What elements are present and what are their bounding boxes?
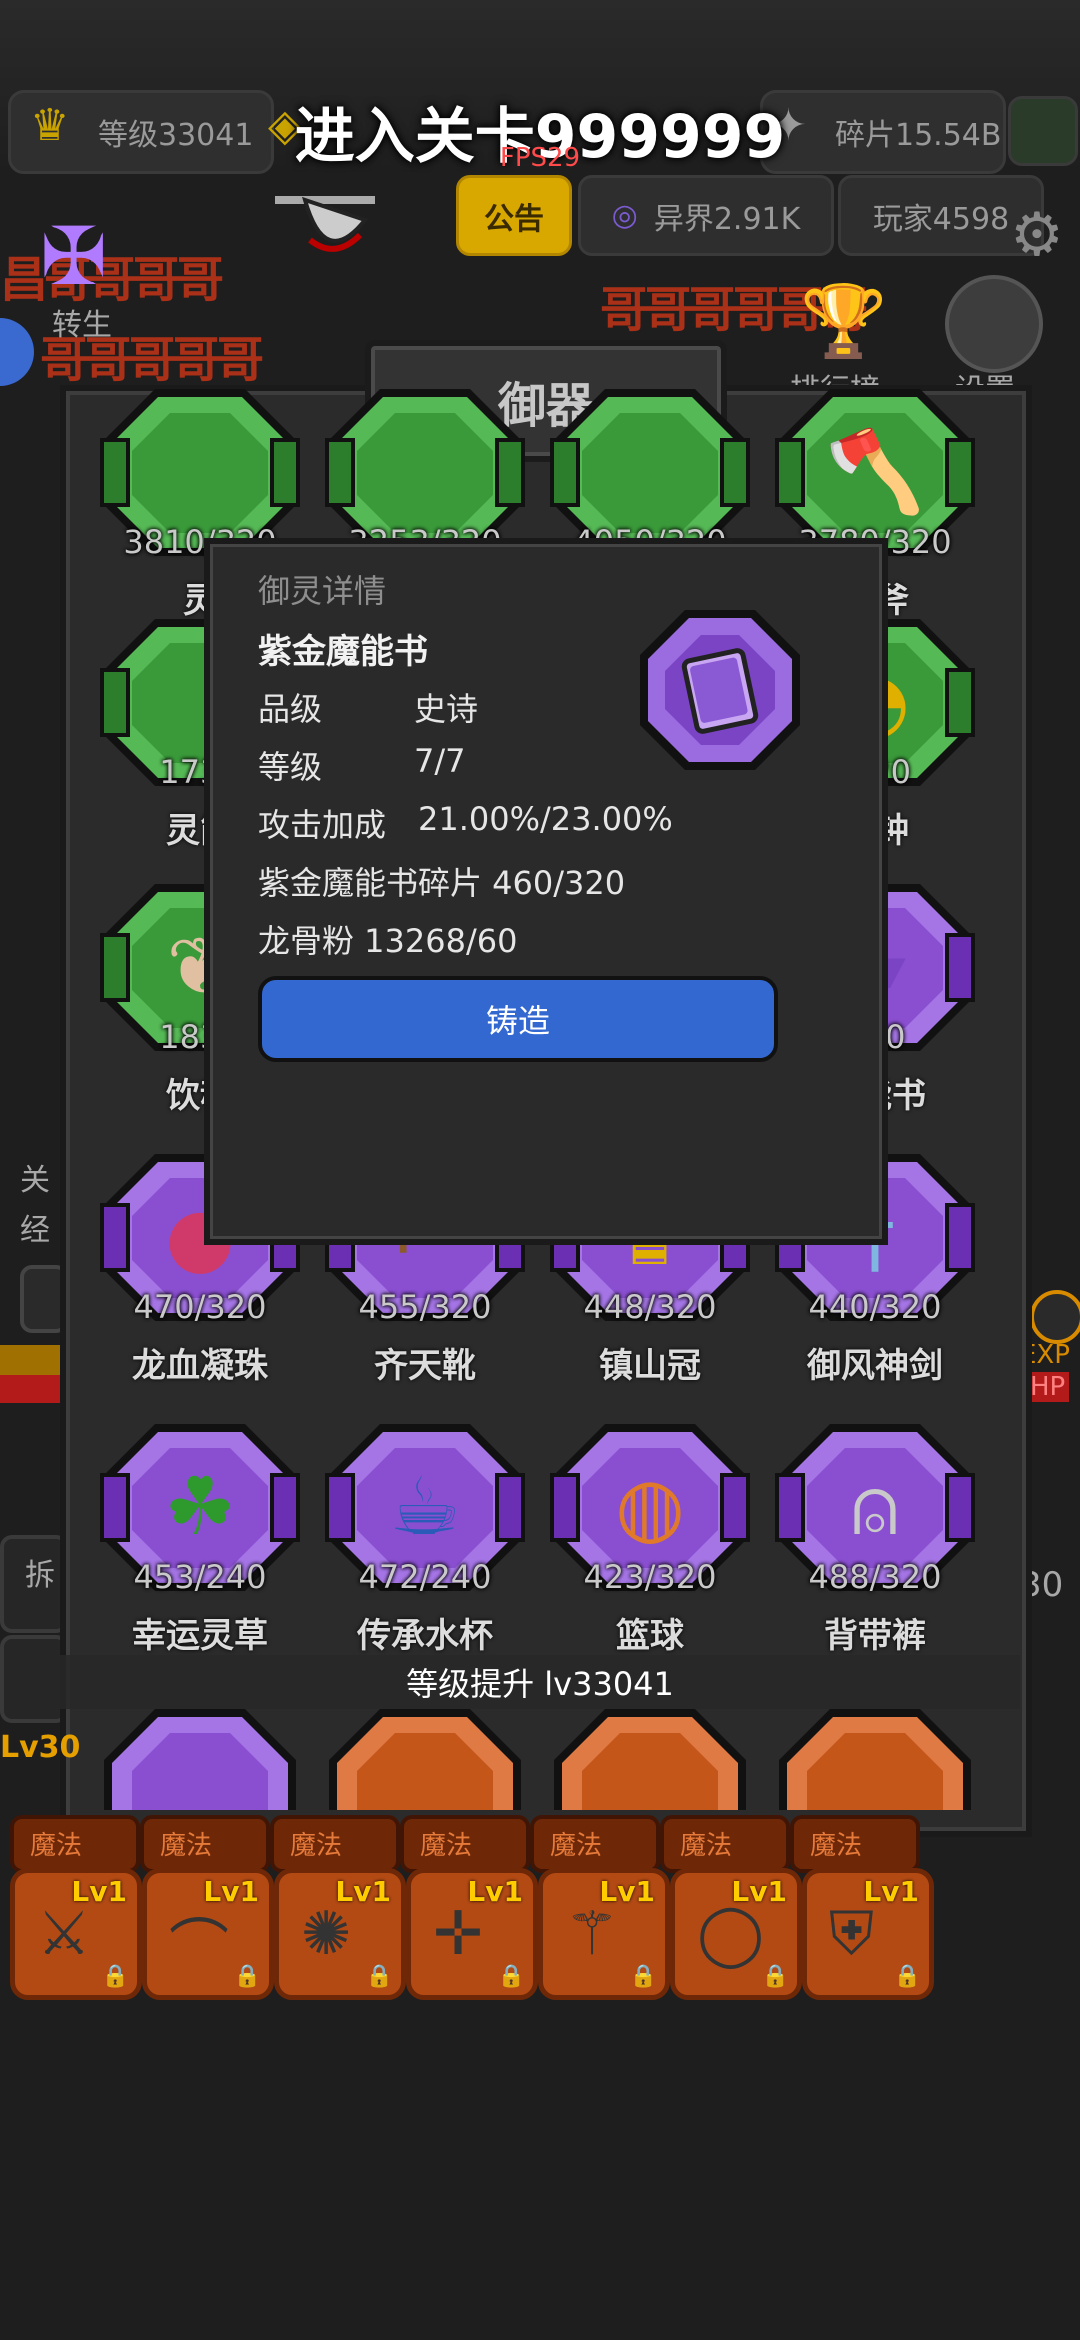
hp-label: HP xyxy=(1026,1372,1070,1402)
artifact-count: 472/240 xyxy=(358,1558,492,1596)
settings-icon[interactable] xyxy=(945,275,1043,373)
fps-counter: FPS29 xyxy=(499,143,581,173)
bg-bar xyxy=(0,1375,60,1403)
bg-label: 拆 xyxy=(25,1558,55,1593)
halberd-icon: ⚚ xyxy=(565,1899,619,1969)
artifact-item[interactable]: ◍ 423/320 篮球 xyxy=(550,1420,750,1656)
swirl-icon: ◎ xyxy=(611,198,638,233)
artifact-count: 488/320 xyxy=(808,1558,942,1596)
artifact-item-partial[interactable] xyxy=(100,1705,300,1810)
artifact-item-partial[interactable] xyxy=(550,1705,750,1810)
magic-label: 魔法 xyxy=(550,1831,603,1861)
forge-button[interactable]: 铸造 xyxy=(258,976,778,1062)
bg-label: 经 xyxy=(20,1213,50,1248)
attack-label: 攻击加成 xyxy=(258,806,387,844)
level-up-toast: 等级提升 lv33041 xyxy=(60,1655,1020,1709)
artifact-count: 470/320 xyxy=(133,1288,267,1326)
artifact-count: 455/320 xyxy=(358,1288,492,1326)
detail-item-name: 紫金魔能书 xyxy=(258,632,428,672)
grade-label: 品级 xyxy=(258,690,323,728)
magic-label: 魔法 xyxy=(420,1831,473,1861)
magic-skill-chip[interactable]: 魔法 xyxy=(660,1815,790,1873)
artifact-name: 篮球 xyxy=(616,1616,684,1656)
magic-label: 魔法 xyxy=(680,1831,733,1861)
artifact-item[interactable]: ☘ 453/240 幸运灵草 xyxy=(100,1420,300,1656)
attack-value: 21.00%/23.00% xyxy=(418,800,673,838)
crossbow-icon: ✛ xyxy=(433,1899,484,1969)
tab-otherworld[interactable]: ◎ 异界2.91K xyxy=(578,175,834,256)
lock-icon: 🔒 xyxy=(761,1964,789,1989)
artifact-name: 镇山冠 xyxy=(599,1346,701,1386)
artifact-count: 453/240 xyxy=(133,1558,267,1596)
side-bubble xyxy=(0,318,34,386)
artifact-name: 传承水杯 xyxy=(357,1616,493,1656)
artifact-name: 御风神剑 xyxy=(807,1346,943,1386)
artifact-name: 幸运灵草 xyxy=(132,1616,268,1656)
equipment-slot[interactable]: Lv1 ⛨ 🔒 xyxy=(802,1868,934,2000)
artifact-count: 448/320 xyxy=(583,1288,717,1326)
lv30-label: Lv30 xyxy=(0,1730,81,1765)
equipment-slot[interactable]: Lv1 ⌒ 🔒 xyxy=(142,1868,274,2000)
gear-icon[interactable]: ⚙ xyxy=(1010,200,1064,270)
axe-decoration-icon xyxy=(265,180,385,270)
artifact-item[interactable]: ☕ 472/240 传承水杯 xyxy=(325,1420,525,1656)
magic-skill-chip[interactable]: 魔法 xyxy=(270,1815,400,1873)
magic-label: 魔法 xyxy=(160,1831,213,1861)
equipment-slot[interactable]: Lv1 ✛ 🔒 xyxy=(406,1868,538,2000)
cup-icon: ☕ xyxy=(389,1460,461,1553)
magic-skill-chip[interactable]: 魔法 xyxy=(400,1815,530,1873)
armor-icon: ⛨ xyxy=(829,1899,874,1969)
lock-icon: 🔒 xyxy=(629,1964,657,1989)
basketball-icon: ◍ xyxy=(615,1460,685,1553)
magic-label: 魔法 xyxy=(290,1831,343,1861)
bg-frame xyxy=(0,1635,68,1723)
magic-book-icon xyxy=(635,605,805,775)
trophy-icon[interactable]: 🏆 xyxy=(800,280,887,363)
artifact-item[interactable]: ⍝ 488/320 背带裤 xyxy=(775,1420,975,1656)
magic-label: 魔法 xyxy=(30,1831,83,1861)
artifact-name: 背带裤 xyxy=(824,1616,926,1656)
dragon-bone-progress: 龙骨粉 13268/60 xyxy=(258,922,518,960)
artifact-item-partial[interactable] xyxy=(775,1705,975,1810)
equipment-slot[interactable]: Lv1 ⚚ 🔒 xyxy=(538,1868,670,2000)
overalls-icon: ⍝ xyxy=(851,1460,899,1553)
scimitar-icon: ⌒ xyxy=(169,1913,229,1983)
magic-skill-chip[interactable]: 魔法 xyxy=(10,1815,140,1873)
artifact-count: 440/320 xyxy=(808,1288,942,1326)
shard-progress: 紫金魔能书碎片 460/320 xyxy=(258,864,626,902)
lock-icon: 🔒 xyxy=(101,1964,129,1989)
magic-label: 魔法 xyxy=(810,1831,863,1861)
magic-skill-chip[interactable]: 魔法 xyxy=(140,1815,270,1873)
equipment-slot[interactable]: Lv1 ✺ 🔒 xyxy=(274,1868,406,2000)
mace-icon: ✺ xyxy=(301,1899,352,1969)
axe-icon: 🪓 xyxy=(825,425,925,518)
rebirth-label: 转生 xyxy=(52,308,112,343)
lock-icon: 🔒 xyxy=(497,1964,525,1989)
sword-icon: ⚔ xyxy=(37,1899,91,1969)
exp-orb-icon xyxy=(1030,1290,1080,1344)
detail-caption: 御灵详情 xyxy=(258,572,387,610)
otherworld-label: 异界2.91K xyxy=(653,201,801,237)
artifact-name: 龙血凝珠 xyxy=(132,1346,268,1386)
magic-skill-chip[interactable]: 魔法 xyxy=(790,1815,920,1873)
level-label: 等级 xyxy=(258,748,323,786)
level-value: 7/7 xyxy=(414,742,466,780)
grade-value: 史诗 xyxy=(414,690,479,728)
equipment-slot[interactable]: Lv1 ⚔ 🔒 xyxy=(10,1868,142,2000)
rebirth-icon[interactable]: ✠ xyxy=(40,210,107,303)
artifact-name: 齐天靴 xyxy=(374,1346,476,1386)
equipment-slot[interactable]: Lv1 ◯ 🔒 xyxy=(670,1868,802,2000)
ring-icon: ◯ xyxy=(697,1899,765,1969)
artifact-count: 423/320 xyxy=(583,1558,717,1596)
lock-icon: 🔒 xyxy=(233,1964,261,1989)
bg-label: 关 xyxy=(20,1163,50,1198)
clover-icon: ☘ xyxy=(164,1460,236,1553)
lock-icon: 🔒 xyxy=(365,1964,393,1989)
tab-notice[interactable]: 公告 xyxy=(456,175,572,256)
magic-skill-chip[interactable]: 魔法 xyxy=(530,1815,660,1873)
lock-icon: 🔒 xyxy=(893,1964,921,1989)
artifact-item-partial[interactable] xyxy=(325,1705,525,1810)
